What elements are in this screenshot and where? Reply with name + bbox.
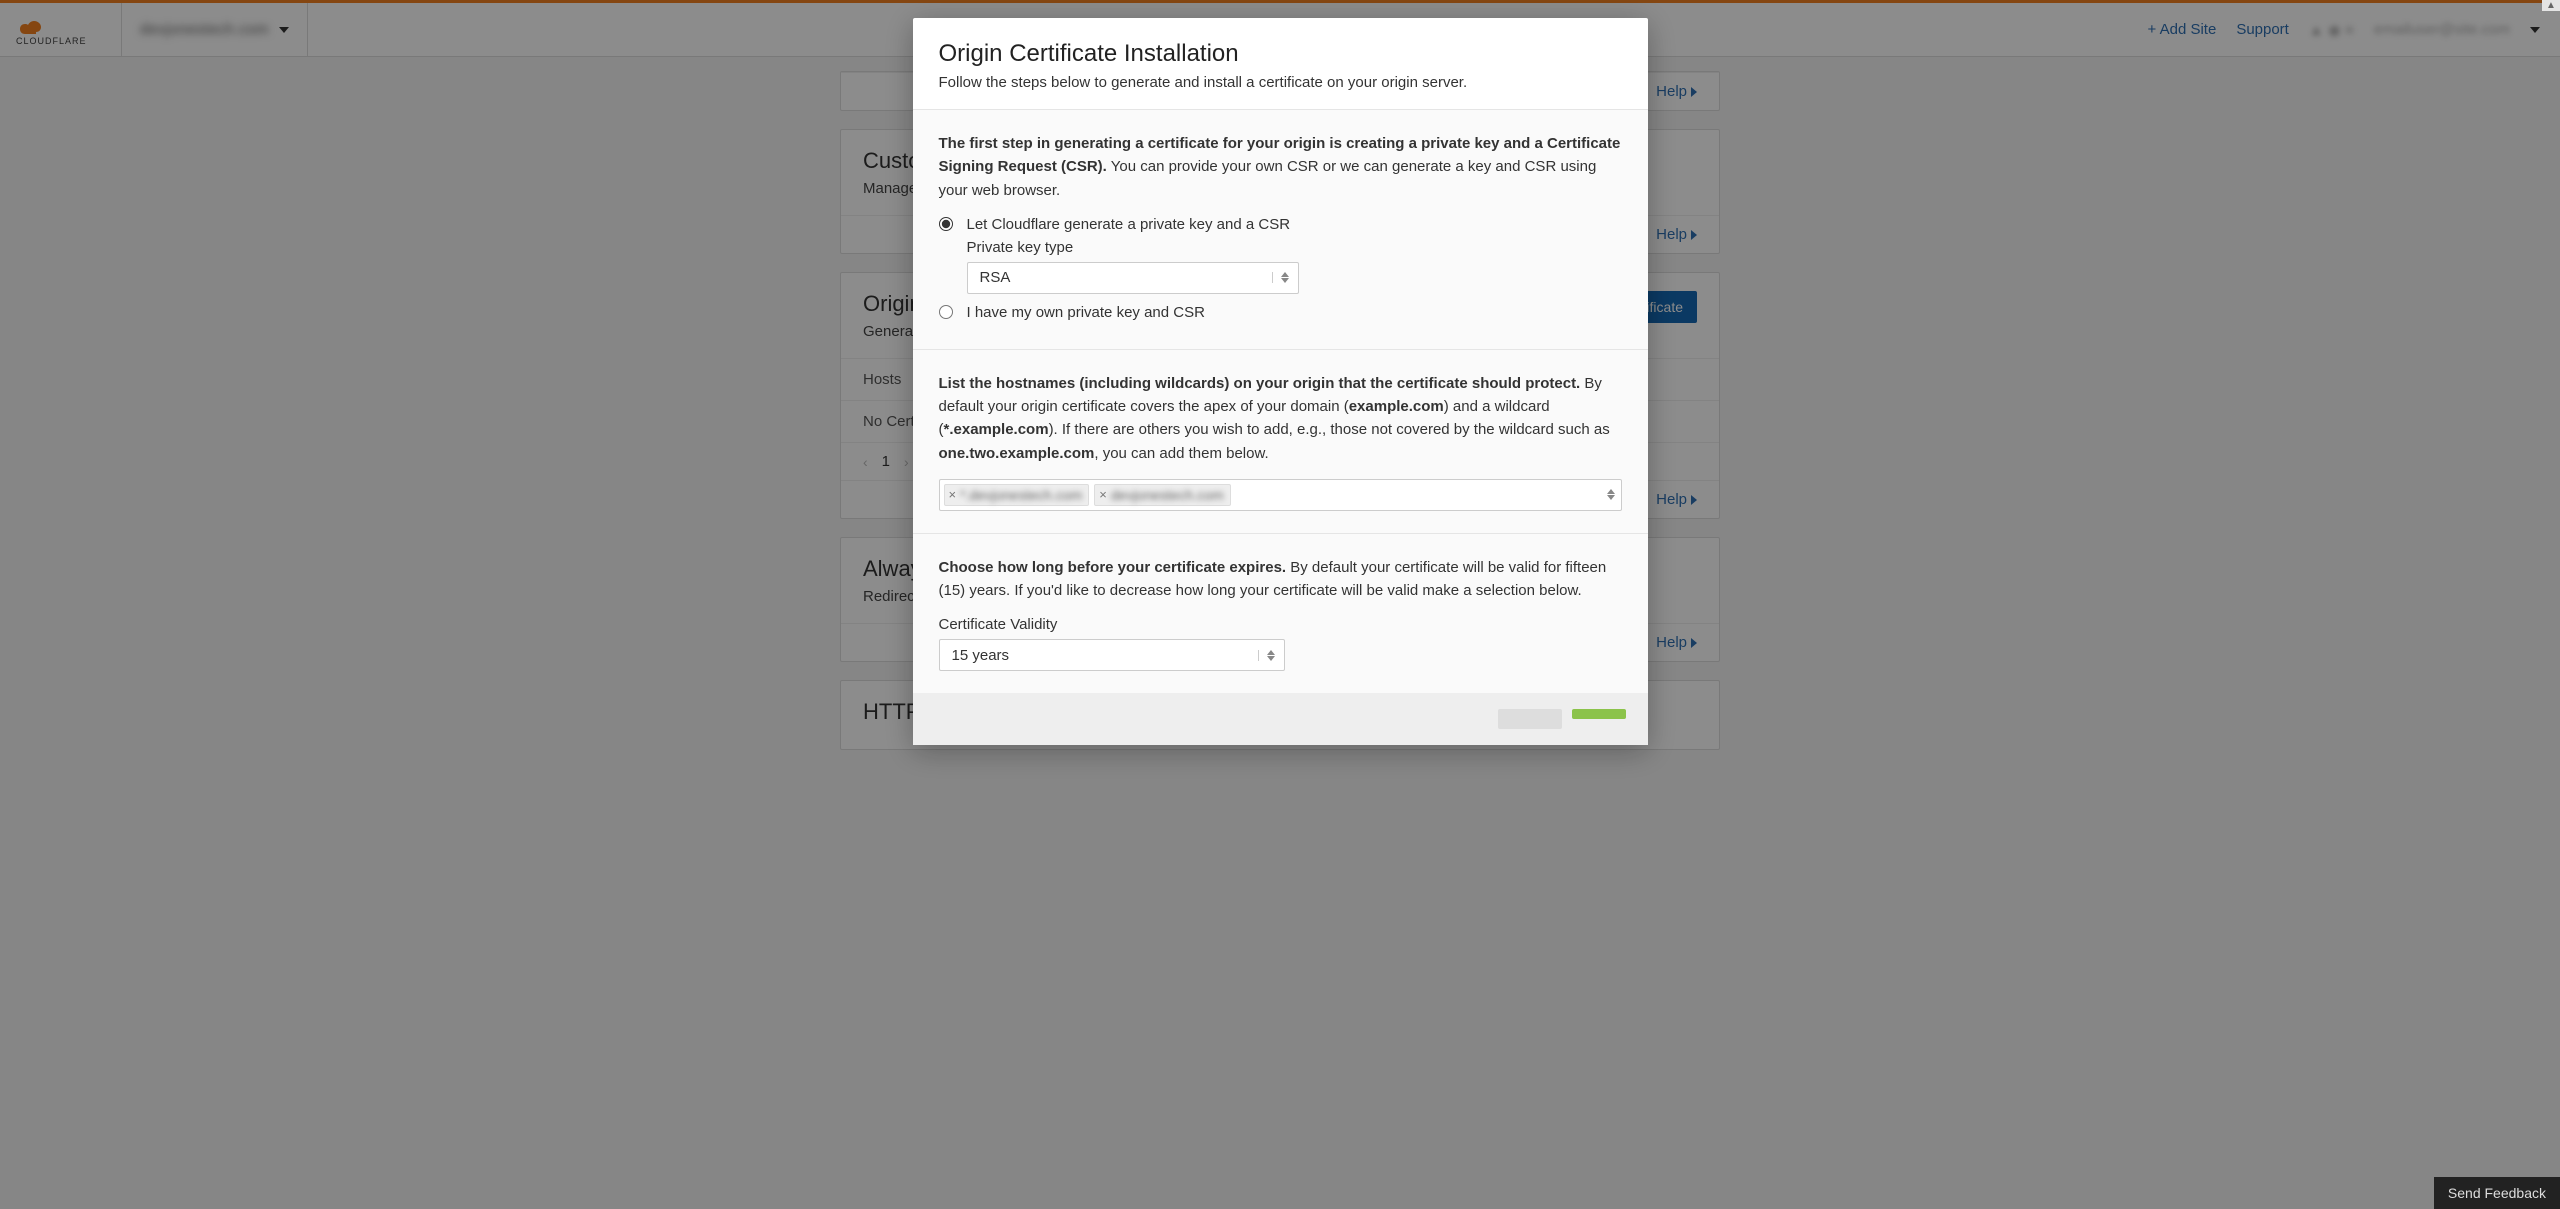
private-key-type-label: Private key type <box>967 239 1622 256</box>
hostname-token: ×devjonestech.com <box>1094 484 1230 506</box>
radio-generate[interactable]: Let Cloudflare generate a private key an… <box>939 216 1622 233</box>
origin-cert-modal: Origin Certificate Installation Follow t… <box>913 18 1648 745</box>
next-button[interactable] <box>1572 709 1626 719</box>
modal-overlay: Origin Certificate Installation Follow t… <box>0 0 2560 1209</box>
chevron-up-icon <box>1281 272 1289 277</box>
scroll-up-icon[interactable]: ▲ <box>2542 0 2560 11</box>
section-hostnames: List the hostnames (including wildcards)… <box>913 350 1648 534</box>
section-validity: Choose how long before your certificate … <box>913 534 1648 694</box>
modal-title: Origin Certificate Installation <box>939 40 1622 68</box>
hostname-token: ×*.devjonestech.com <box>944 484 1090 506</box>
remove-token-icon[interactable]: × <box>1099 487 1107 502</box>
validity-select[interactable]: 15 years <box>939 639 1285 671</box>
hostnames-description: List the hostnames (including wildcards)… <box>939 372 1622 465</box>
radio-generate-input[interactable] <box>939 217 953 231</box>
chevron-down-icon <box>1281 278 1289 283</box>
send-feedback-button[interactable]: Send Feedback <box>2434 1177 2560 1209</box>
chevron-up-icon <box>1267 650 1275 655</box>
private-key-type-select[interactable]: RSA <box>967 262 1299 294</box>
validity-description: Choose how long before your certificate … <box>939 556 1622 603</box>
remove-token-icon[interactable]: × <box>949 487 957 502</box>
modal-footer <box>913 693 1648 745</box>
modal-subtitle: Follow the steps below to generate and i… <box>939 74 1622 91</box>
hostnames-input[interactable]: ×*.devjonestech.com ×devjonestech.com <box>939 479 1622 511</box>
radio-own-csr[interactable]: I have my own private key and CSR <box>939 304 1622 321</box>
validity-label: Certificate Validity <box>939 616 1622 633</box>
section-csr: The first step in generating a certifica… <box>913 110 1648 350</box>
chevron-down-icon <box>1267 656 1275 661</box>
cancel-button[interactable] <box>1498 709 1562 729</box>
chevron-up-icon <box>1607 489 1615 494</box>
radio-own-input[interactable] <box>939 305 953 319</box>
csr-description: The first step in generating a certifica… <box>939 132 1622 202</box>
chevron-down-icon <box>1607 495 1615 500</box>
